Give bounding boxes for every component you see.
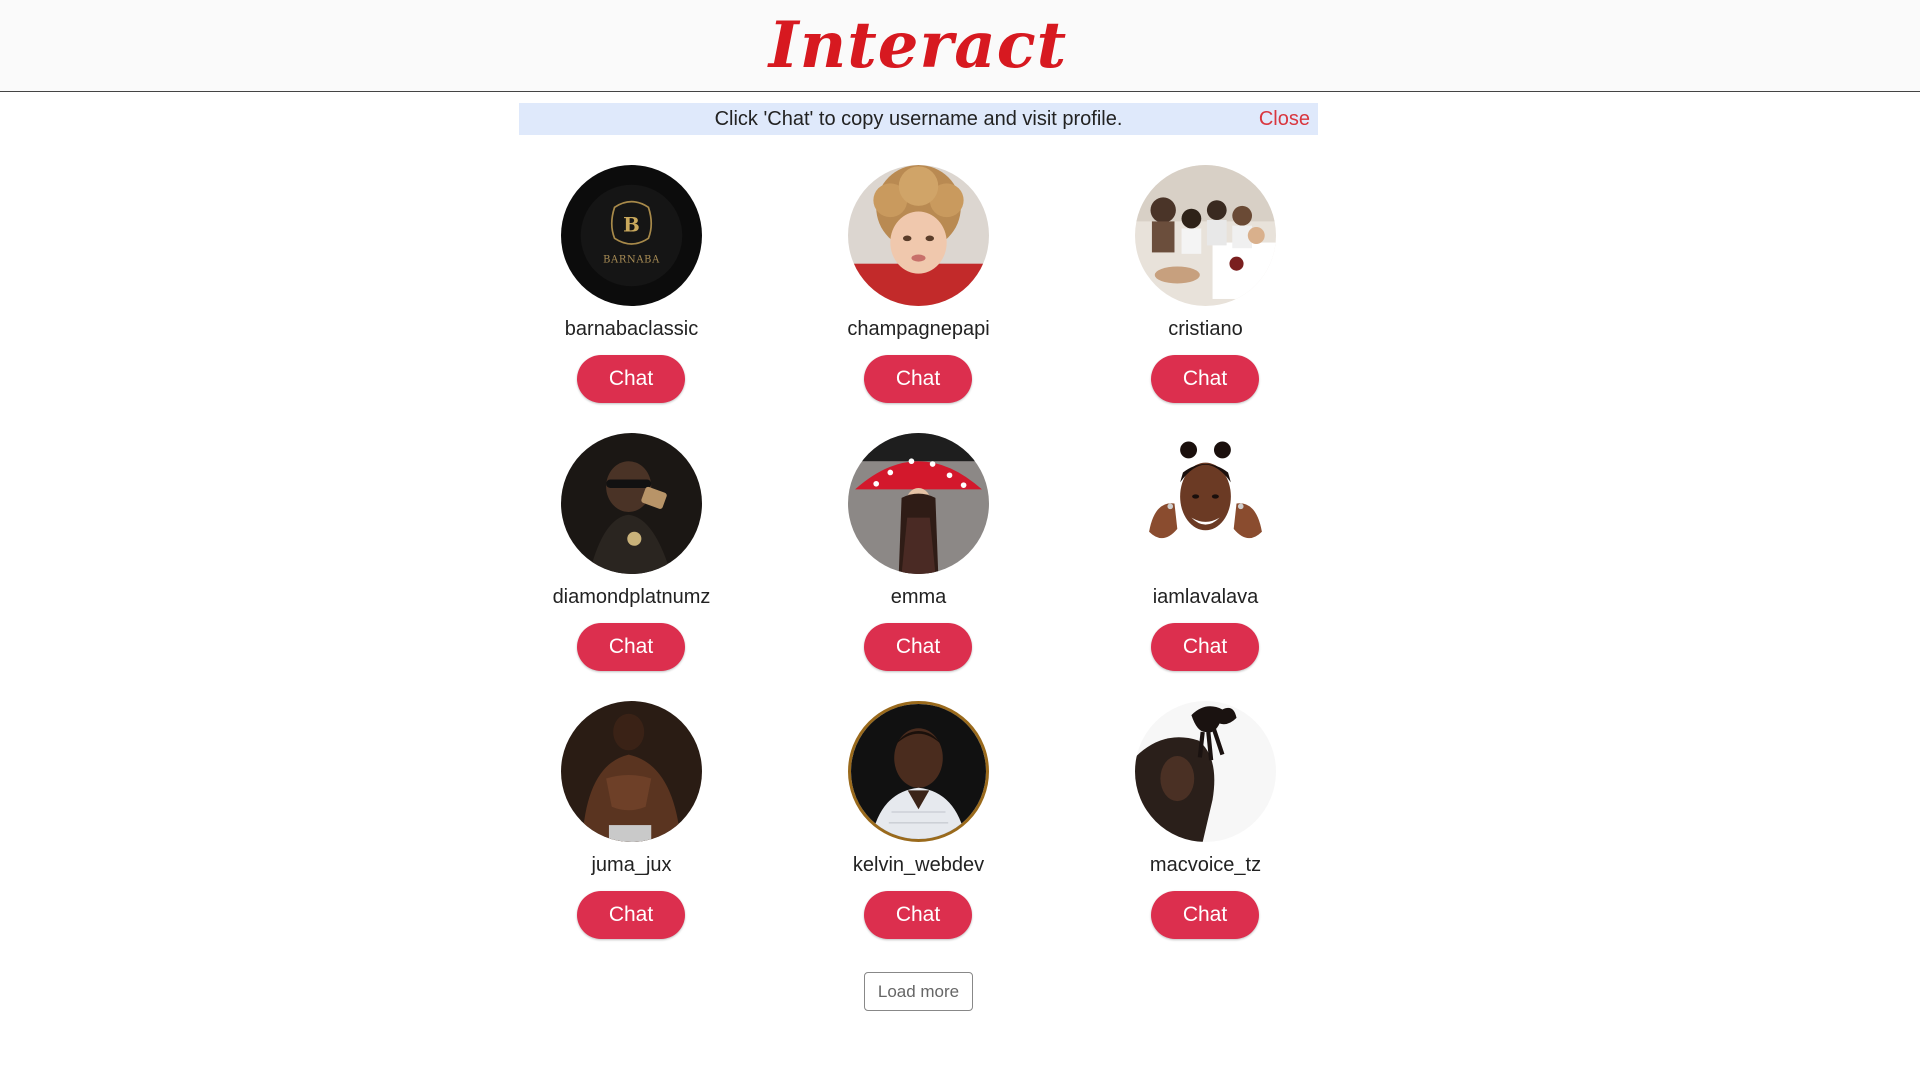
avatar-image	[561, 433, 702, 574]
user-card: B BARNABA barnabaclassic Chat	[519, 165, 806, 433]
username: barnabaclassic	[564, 318, 699, 340]
avatar[interactable]	[561, 433, 702, 574]
chat-button[interactable]: Chat	[864, 355, 972, 403]
username: iamlavalava	[1152, 586, 1259, 608]
chat-button[interactable]: Chat	[577, 623, 685, 671]
avatar-image: B BARNABA	[561, 165, 702, 306]
avatar-image	[851, 704, 986, 839]
avatar-image	[1135, 433, 1276, 574]
info-banner: Click 'Chat' to copy username and visit …	[519, 103, 1318, 135]
info-banner-text: Click 'Chat' to copy username and visit …	[714, 108, 1123, 130]
avatar-image	[1135, 165, 1276, 306]
logo-wordmark: BARNABA	[603, 254, 660, 265]
user-card: cristiano Chat	[1093, 165, 1380, 433]
chat-button[interactable]: Chat	[1151, 355, 1259, 403]
user-card: juma_jux Chat	[519, 701, 806, 969]
avatar[interactable]	[848, 433, 989, 574]
chat-button[interactable]: Chat	[577, 891, 685, 939]
user-card: iamlavalava Chat	[1093, 433, 1380, 701]
avatar[interactable]	[848, 701, 989, 842]
avatar[interactable]	[848, 165, 989, 306]
load-more-button[interactable]: Load more	[864, 972, 973, 1011]
chat-button[interactable]: Chat	[864, 891, 972, 939]
username: champagnepapi	[847, 318, 990, 340]
avatar-image	[1135, 701, 1276, 842]
username: cristiano	[1168, 318, 1243, 340]
user-grid: B BARNABA barnabaclassic Chat champagnep…	[519, 165, 1380, 969]
close-banner-button[interactable]: Close	[1259, 108, 1310, 131]
user-card: kelvin_webdev Chat	[806, 701, 1093, 969]
avatar-image	[848, 433, 989, 574]
top-bar: Interact	[0, 0, 1920, 92]
app-logo[interactable]: Interact	[0, 8, 1836, 83]
chat-button[interactable]: Chat	[577, 355, 685, 403]
username: kelvin_webdev	[852, 854, 985, 876]
username: juma_jux	[591, 854, 672, 876]
chat-button[interactable]: Chat	[864, 623, 972, 671]
avatar[interactable]	[561, 701, 702, 842]
user-card: emma Chat	[806, 433, 1093, 701]
avatar-image	[848, 165, 989, 306]
username: macvoice_tz	[1149, 854, 1262, 876]
chat-button[interactable]: Chat	[1151, 891, 1259, 939]
user-card: diamondplatnumz Chat	[519, 433, 806, 701]
avatar[interactable]	[1135, 433, 1276, 574]
avatar-image	[561, 701, 702, 842]
logo-letter: B	[623, 212, 640, 236]
user-card: macvoice_tz Chat	[1093, 701, 1380, 969]
username: emma	[890, 586, 947, 608]
avatar[interactable]	[1135, 165, 1276, 306]
avatar[interactable]: B BARNABA	[561, 165, 702, 306]
chat-button[interactable]: Chat	[1151, 623, 1259, 671]
username: diamondplatnumz	[552, 586, 711, 608]
avatar[interactable]	[1135, 701, 1276, 842]
user-card: champagnepapi Chat	[806, 165, 1093, 433]
